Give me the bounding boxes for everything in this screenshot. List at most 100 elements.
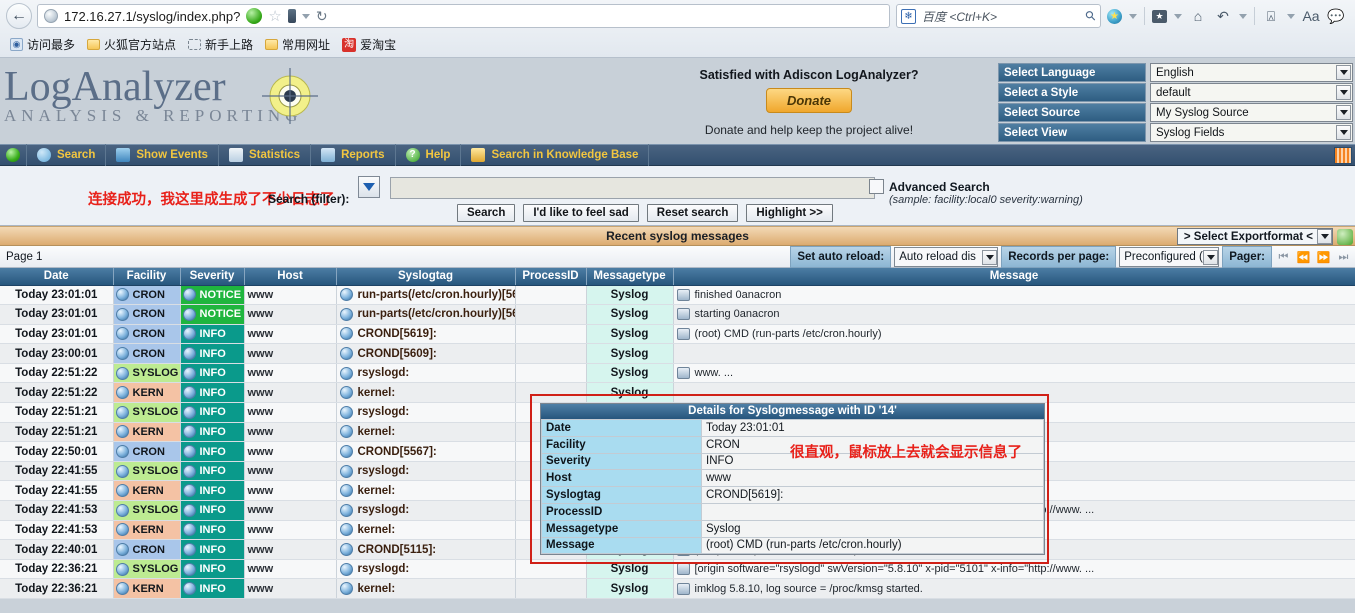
- bookmark-item-getting-started[interactable]: 新手上路: [184, 35, 257, 54]
- severity-icon: [183, 543, 196, 556]
- go-icon[interactable]: [246, 8, 262, 24]
- browser-chrome: ← 172.16.27.1/syslog/index.php? ☆ ↻ ❄ 百度…: [0, 0, 1355, 58]
- undo-icon[interactable]: ↶: [1214, 7, 1232, 25]
- chevron-down-icon[interactable]: [1287, 14, 1295, 19]
- col-processid[interactable]: ProcessID: [515, 268, 586, 285]
- nav-item-show-events[interactable]: Show Events: [106, 144, 219, 166]
- chevron-down-icon[interactable]: [982, 250, 997, 265]
- bookmark-item-common-sites[interactable]: 常用网址: [261, 35, 334, 54]
- chevron-down-icon[interactable]: [302, 14, 310, 19]
- donate-button[interactable]: Donate: [766, 88, 852, 113]
- chevron-down-icon[interactable]: [1336, 85, 1351, 100]
- table-row[interactable]: Today 23:01:01CRONNOTICEwwwrun-parts(/et…: [0, 285, 1355, 305]
- cell-syslogtag: CROND[5115]:: [336, 540, 515, 560]
- bookmark-star-icon[interactable]: ★: [1152, 10, 1167, 23]
- search-button[interactable]: Search: [457, 204, 515, 222]
- chevron-down-icon[interactable]: [1174, 14, 1182, 19]
- syslogtag-label: kernel:: [358, 524, 396, 536]
- cell-messagetype: Syslog: [586, 579, 673, 599]
- nav-item-search[interactable]: Search: [27, 144, 106, 166]
- table-row[interactable]: Today 23:01:01CRONINFOwwwCROND[5619]:Sys…: [0, 324, 1355, 344]
- cell-facility: SYSLOG: [113, 363, 180, 383]
- col-message[interactable]: Message: [673, 268, 1355, 285]
- bookmark-label: 火狐官方站点: [104, 36, 176, 53]
- medal-icon[interactable]: ★: [1107, 9, 1122, 24]
- cell-date: Today 22:51:21: [0, 403, 113, 423]
- cell-facility: CRON: [113, 442, 180, 462]
- first-page-button[interactable]: ⏮: [1275, 250, 1292, 265]
- cell-date: Today 22:50:01: [0, 442, 113, 462]
- select-view[interactable]: Syslog Fields: [1150, 123, 1353, 142]
- bookmark-item-firefox[interactable]: 火狐官方站点: [83, 35, 180, 54]
- message-icon: [677, 328, 690, 340]
- last-page-button[interactable]: ⏭: [1335, 250, 1352, 265]
- col-facility[interactable]: Facility: [113, 268, 180, 285]
- crop-icon[interactable]: ⍓: [1262, 7, 1280, 25]
- facility-label: CRON: [133, 328, 165, 340]
- prev-page-button[interactable]: ⏪: [1295, 250, 1312, 265]
- nav-item-reports[interactable]: Reports: [311, 144, 395, 166]
- chevron-down-icon[interactable]: [1336, 125, 1351, 140]
- facility-icon: [116, 582, 129, 595]
- text-size-icon[interactable]: Aa: [1302, 7, 1320, 25]
- chevron-down-icon[interactable]: [1317, 229, 1332, 244]
- bookmark-item-taobao[interactable]: 淘 爱淘宝: [338, 35, 400, 54]
- bookmark-label: 新手上路: [205, 36, 253, 53]
- nav-label: Show Events: [136, 149, 208, 161]
- export-download-icon[interactable]: [1337, 229, 1353, 245]
- cell-severity: NOTICE: [180, 285, 244, 305]
- highlight-button[interactable]: Highlight >>: [746, 204, 832, 222]
- next-page-button[interactable]: ⏩: [1315, 250, 1332, 265]
- bookmark-item-most-visited[interactable]: ◉ 访问最多: [6, 35, 79, 54]
- browser-search-bar[interactable]: ❄ 百度 <Ctrl+K> ⚲: [896, 4, 1101, 28]
- select-style[interactable]: default: [1150, 83, 1353, 102]
- home-icon[interactable]: ⌂: [1189, 7, 1207, 25]
- crosshair-icon: [262, 68, 318, 124]
- col-syslogtag[interactable]: Syslogtag: [336, 268, 515, 285]
- export-format-select[interactable]: > Select Exportformat <: [1177, 228, 1333, 245]
- search-input[interactable]: [390, 177, 875, 199]
- reset-search-button[interactable]: Reset search: [647, 204, 739, 222]
- reload-icon[interactable]: ↻: [316, 8, 328, 25]
- table-row[interactable]: Today 23:00:01CRONINFOwwwCROND[5609]:Sys…: [0, 344, 1355, 364]
- url-bar[interactable]: 172.16.27.1/syslog/index.php? ☆ ↻: [37, 4, 890, 28]
- table-row[interactable]: Today 22:51:22SYSLOGINFOwwwrsyslogd:Sysl…: [0, 363, 1355, 383]
- back-button[interactable]: ←: [6, 3, 32, 29]
- table-row[interactable]: Today 23:01:01CRONNOTICEwwwrun-parts(/et…: [0, 305, 1355, 325]
- nav-item-help[interactable]: ? Help: [396, 144, 462, 166]
- nav-item-statistics[interactable]: Statistics: [219, 144, 311, 166]
- advanced-search-checkbox[interactable]: [869, 179, 884, 194]
- table-row[interactable]: Today 22:51:22KERNINFOwwwkernel:Syslog: [0, 383, 1355, 403]
- grid-icon[interactable]: [1334, 147, 1352, 164]
- feel-sad-button[interactable]: I'd like to feel sad: [523, 204, 638, 222]
- chevron-down-icon[interactable]: [1129, 14, 1137, 19]
- table-row[interactable]: Today 22:36:21SYSLOGINFOwwwrsyslogd:Sysl…: [0, 559, 1355, 579]
- chevron-down-icon[interactable]: [1239, 14, 1247, 19]
- facility-icon: [116, 543, 129, 556]
- bookmark-label: 访问最多: [27, 36, 75, 53]
- nav-item-knowledge-base[interactable]: Search in Knowledge Base: [461, 144, 649, 166]
- chevron-down-icon[interactable]: [1336, 105, 1351, 120]
- cell-host: www: [244, 559, 336, 579]
- facility-icon: [116, 308, 129, 321]
- details-popup: Details for Syslogmessage with ID '14' D…: [540, 403, 1045, 555]
- comment-icon[interactable]: 💬: [1327, 7, 1345, 25]
- facility-label: SYSLOG: [133, 465, 179, 477]
- select-language[interactable]: English: [1150, 63, 1353, 82]
- auto-reload-select[interactable]: Auto reload dis: [894, 247, 998, 267]
- search-filter-dropdown[interactable]: [358, 176, 380, 198]
- details-key: Severity: [542, 453, 702, 470]
- records-per-page-select[interactable]: Preconfigured (: [1119, 247, 1219, 267]
- chevron-down-icon[interactable]: [1203, 250, 1218, 265]
- chevron-down-icon[interactable]: [1336, 65, 1351, 80]
- col-host[interactable]: Host: [244, 268, 336, 285]
- table-row[interactable]: Today 22:36:21KERNINFOwwwkernel:Syslogim…: [0, 579, 1355, 599]
- browser-search-input[interactable]: 百度 <Ctrl+K>: [922, 8, 1086, 25]
- col-messagetype[interactable]: Messagetype: [586, 268, 673, 285]
- col-severity[interactable]: Severity: [180, 268, 244, 285]
- bookmark-star-icon[interactable]: ☆: [268, 7, 281, 25]
- col-date[interactable]: Date: [0, 268, 113, 285]
- mobile-view-icon[interactable]: [288, 9, 296, 23]
- bookmark-label: 爱淘宝: [360, 36, 396, 53]
- select-source[interactable]: My Syslog Source: [1150, 103, 1353, 122]
